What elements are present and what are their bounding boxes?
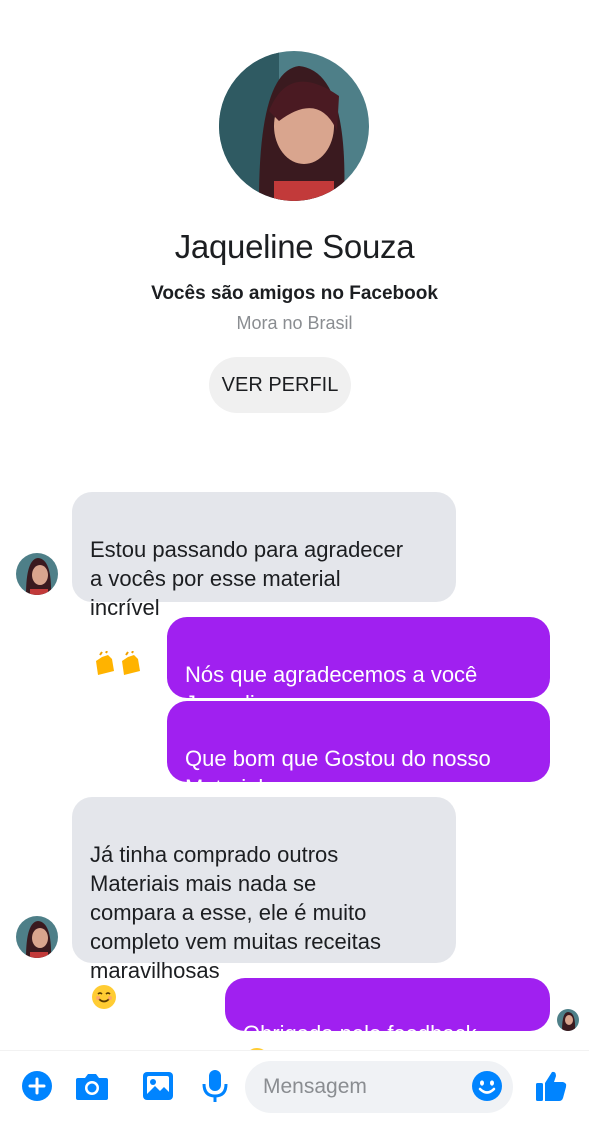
clapping-hands-icon bbox=[94, 622, 148, 675]
smiling-face-icon bbox=[92, 985, 116, 1009]
message-outgoing[interactable]: Nós que agradecemos a você Jaqueline bbox=[167, 617, 550, 742]
message-outgoing[interactable]: Que bom que Gostou do nosso Material bbox=[167, 701, 550, 826]
plus-icon[interactable] bbox=[19, 1068, 55, 1104]
contact-avatar[interactable] bbox=[16, 553, 58, 595]
friendship-status: Vocês são amigos no Facebook bbox=[151, 283, 438, 304]
composer-bar: Mensagem bbox=[0, 1050, 589, 1121]
contact-name: Jaqueline Souza bbox=[174, 228, 415, 265]
microphone-icon[interactable] bbox=[197, 1068, 233, 1104]
message-input-placeholder: Mensagem bbox=[263, 1075, 367, 1098]
message-outgoing[interactable]: Obrigada pelo feedback bbox=[225, 978, 550, 1072]
message-incoming[interactable]: Estou passando para agradecer a vocês po… bbox=[72, 492, 456, 675]
profile-avatar[interactable] bbox=[219, 51, 369, 201]
message-incoming[interactable]: Já tinha comprado outros Materiais mais … bbox=[72, 797, 456, 1009]
message-text: Já tinha comprado outros Materiais mais … bbox=[90, 842, 381, 983]
message-text: Que bom que Gostou do nosso Material bbox=[185, 746, 491, 800]
thumbs-up-icon[interactable] bbox=[533, 1068, 569, 1104]
image-icon[interactable] bbox=[140, 1068, 176, 1104]
message-text: Obrigada pelo feedback bbox=[243, 1021, 477, 1046]
seen-receipt-avatar bbox=[557, 1009, 579, 1031]
location-text: Mora no Brasil bbox=[236, 313, 353, 333]
message-text: Estou passando para agradecer a vocês po… bbox=[90, 537, 404, 620]
emoji-icon[interactable] bbox=[469, 1068, 505, 1104]
camera-icon[interactable] bbox=[74, 1068, 110, 1104]
contact-avatar[interactable] bbox=[16, 916, 58, 958]
view-profile-button[interactable]: VER PERFIL bbox=[209, 357, 351, 413]
